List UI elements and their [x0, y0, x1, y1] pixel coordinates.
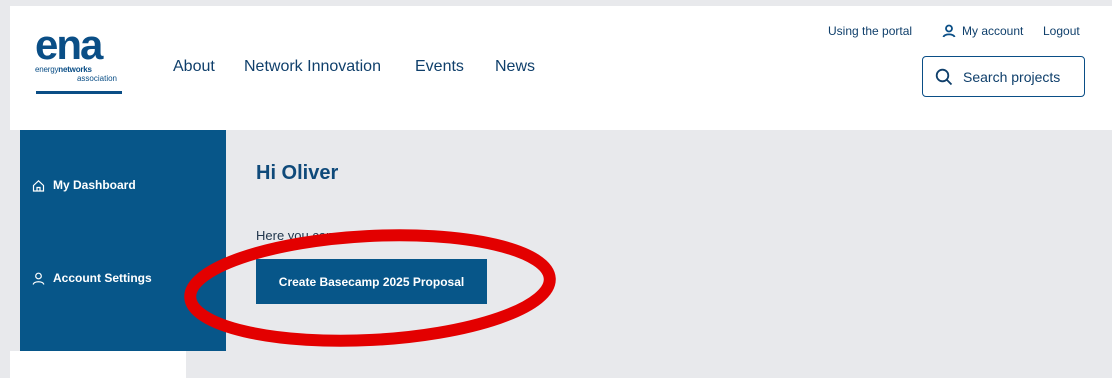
nav-news[interactable]: News	[495, 58, 535, 76]
intro-text: Here you can:	[256, 228, 337, 243]
search-projects-button[interactable]: Search projects	[922, 56, 1085, 97]
using-the-portal-link[interactable]: Using the portal	[828, 24, 912, 38]
sidebar-footer-space	[10, 351, 186, 378]
logo-tagline-line2: association	[76, 74, 117, 83]
sidebar-item-label: My Dashboard	[53, 178, 136, 192]
logo-tagline-line1: energynetworks	[35, 65, 92, 74]
sidebar-item-account-settings[interactable]: Account Settings	[32, 271, 152, 285]
user-icon	[942, 24, 956, 38]
ena-logo[interactable]: ena energynetworks association	[35, 21, 131, 98]
home-icon	[32, 179, 45, 192]
search-icon	[935, 68, 953, 85]
logo-mark: ena	[35, 21, 103, 68]
search-projects-label: Search projects	[963, 68, 1061, 85]
nav-events[interactable]: Events	[415, 58, 464, 76]
sidebar: My Dashboard Account Settings	[20, 130, 226, 351]
user-icon	[32, 272, 45, 285]
sidebar-item-dashboard[interactable]: My Dashboard	[32, 178, 136, 192]
page-title: Hi Oliver	[256, 162, 339, 184]
page: ena energynetworks association About Net…	[0, 0, 1112, 378]
my-account-link[interactable]: My account	[942, 24, 1023, 38]
sidebar-item-label: Account Settings	[53, 271, 152, 285]
nav-network-innovation[interactable]: Network Innovation	[244, 58, 381, 76]
logout-link[interactable]: Logout	[1043, 24, 1080, 38]
my-account-label: My account	[962, 24, 1024, 38]
nav-about[interactable]: About	[173, 58, 215, 76]
logo-underline	[36, 91, 122, 94]
create-proposal-button[interactable]: Create Basecamp 2025 Proposal	[256, 259, 487, 304]
site-header: ena energynetworks association About Net…	[10, 6, 1112, 130]
